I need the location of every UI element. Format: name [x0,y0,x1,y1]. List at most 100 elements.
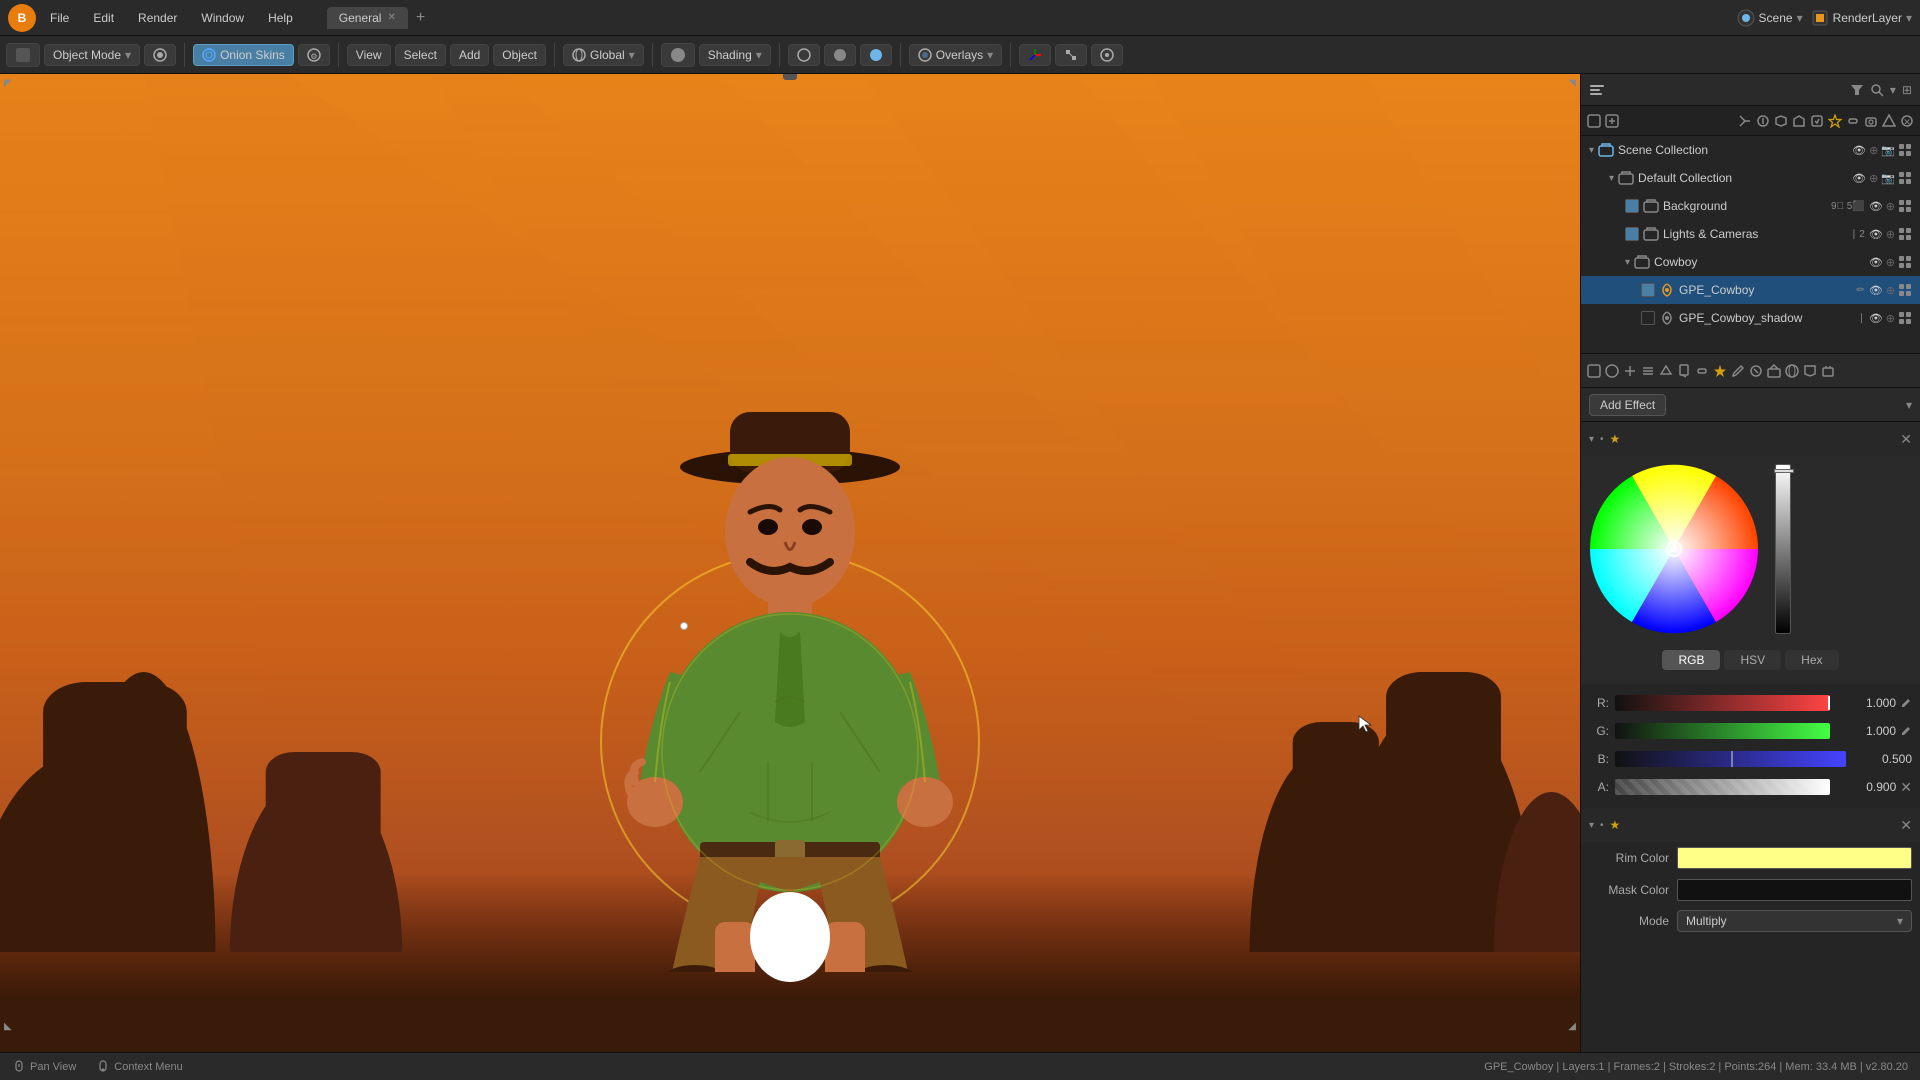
effect-close-2[interactable]: ✕ [1900,817,1912,834]
gpe-grid-icon[interactable] [1898,283,1912,297]
sc-eye-icon[interactable]: 👁 [1852,144,1866,157]
tab-add-button[interactable]: + [410,9,431,27]
wire-icon[interactable] [788,44,820,66]
outliner-tb-2[interactable] [1605,114,1619,128]
prop-tb-brush[interactable] [1731,364,1745,378]
bg-grid-icon[interactable] [1898,199,1912,213]
gpe-shadow-item[interactable]: GPE_Cowboy_shadow | 👁 ⊕ [1581,304,1920,332]
view-mode-button[interactable] [6,43,40,67]
lights-checkbox[interactable] [1625,227,1639,241]
add-button[interactable]: Add [450,44,489,66]
outliner-tb-1[interactable] [1587,114,1601,128]
r-value[interactable]: 1.000 [1836,696,1896,710]
bg-cursor-icon[interactable]: ⊕ [1886,200,1895,213]
outliner-tb-6[interactable] [1792,114,1806,128]
prop-tb-1[interactable] [1587,364,1601,378]
menu-help[interactable]: Help [258,7,303,29]
proportional-button[interactable] [1091,44,1123,66]
outliner-tb-4[interactable] [1756,114,1770,128]
render-layer-selector[interactable]: RenderLayer [1833,11,1902,25]
close-color-btn[interactable]: ✕ [1900,779,1912,796]
tab-hsv[interactable]: HSV [1724,650,1781,670]
outliner-tb-link[interactable] [1846,114,1860,128]
mode-select[interactable]: Multiply ▾ [1677,910,1912,932]
lc-cursor-icon[interactable]: ⊕ [1886,228,1895,241]
scene-dropdown-icon[interactable]: ▾ [1797,11,1803,25]
snap-button[interactable] [1055,44,1087,66]
add-effect-button[interactable]: Add Effect [1589,394,1666,416]
cw-eye-icon[interactable]: 👁 [1869,256,1883,269]
overlays-button[interactable]: Overlays ▾ [909,44,1002,66]
prop-tb-4[interactable] [1641,364,1655,378]
outliner-menu-icon[interactable]: ▾ [1890,83,1896,97]
dc-render-icon[interactable]: 📷 [1881,172,1895,185]
scene-collection-item[interactable]: ▾ Scene Collection 👁 ⊕ 📷 [1581,136,1920,164]
outliner-tb-camera[interactable] [1864,114,1878,128]
g-edit-icon[interactable] [1900,725,1912,737]
gpe-cursor-icon[interactable]: ⊕ [1886,284,1895,297]
sc-cursor-icon[interactable]: ⊕ [1869,144,1878,157]
tab-close-icon[interactable]: ✕ [387,12,395,23]
dc-grid-icon[interactable] [1898,171,1912,185]
r-edit-icon[interactable] [1900,697,1912,709]
material-icon[interactable] [860,44,892,66]
a-value[interactable]: 0.900 [1836,780,1896,794]
lights-cameras-item[interactable]: Lights & Cameras | 2 👁 ⊕ [1581,220,1920,248]
background-checkbox[interactable] [1625,199,1639,213]
prop-tb-mat[interactable] [1749,364,1763,378]
outliner-tb-mesh[interactable] [1882,114,1896,128]
effect-star-1[interactable]: ★ [1610,432,1621,446]
color-wheel-svg[interactable] [1589,464,1759,634]
object-mode-button[interactable]: Object Mode ▾ [44,44,140,66]
effect-star-2[interactable]: ★ [1610,818,1621,832]
gpe-eye-icon[interactable]: 👁 [1869,284,1883,297]
gs-grid-icon[interactable] [1898,311,1912,325]
mask-color-swatch[interactable] [1677,879,1912,901]
rim-color-swatch[interactable] [1677,847,1912,869]
tab-general[interactable]: General ✕ [327,7,408,29]
view-button[interactable]: View [347,44,391,66]
prop-tb-world[interactable] [1785,364,1799,378]
menu-render[interactable]: Render [128,7,187,29]
prop-tb-scene2[interactable] [1803,364,1817,378]
lc-eye-icon[interactable]: 👁 [1869,228,1883,241]
tab-rgb[interactable]: RGB [1662,650,1720,670]
menu-file[interactable]: File [40,7,79,29]
r-slider[interactable] [1615,695,1830,711]
b-slider[interactable] [1615,751,1846,767]
g-slider[interactable] [1615,723,1830,739]
gpe-checkbox[interactable] [1641,283,1655,297]
outliner-tb-7[interactable] [1810,114,1824,128]
prop-tb-5[interactable] [1659,364,1673,378]
a-slider[interactable] [1615,779,1830,795]
gizmo-button[interactable] [1019,44,1051,66]
prop-tb-6[interactable] [1677,364,1691,378]
cw-cursor-icon[interactable]: ⊕ [1886,256,1895,269]
menu-window[interactable]: Window [191,7,254,29]
global-button[interactable]: Global ▾ [563,44,644,66]
gpe-shadow-checkbox[interactable] [1641,311,1655,325]
dc-eye-icon[interactable]: 👁 [1852,172,1866,185]
prop-tb-3[interactable] [1623,364,1637,378]
prop-tb-output[interactable] [1821,364,1835,378]
onion-skins-button[interactable]: Onion Skins [193,44,294,66]
value-strip[interactable] [1775,464,1791,634]
g-value[interactable]: 1.000 [1836,724,1896,738]
cw-grid-icon[interactable] [1898,255,1912,269]
pencil-edit-icon[interactable]: ✏ [1856,285,1864,296]
outliner-tb-5[interactable] [1774,114,1788,128]
prop-tb-link[interactable] [1695,364,1709,378]
dc-cursor-icon[interactable]: ⊕ [1869,172,1878,185]
filter-icon[interactable] [1850,83,1864,97]
properties-button[interactable] [144,44,176,66]
lc-grid-icon[interactable] [1898,227,1912,241]
tab-hex[interactable]: Hex [1785,650,1838,670]
scene-selector[interactable]: Scene [1759,11,1793,25]
solid-icon[interactable] [824,44,856,66]
sc-render-icon[interactable]: 📷 [1881,144,1895,157]
outliner-restrict-icon[interactable]: ⊞ [1902,83,1912,97]
effect-close-1[interactable]: ✕ [1900,431,1912,448]
prop-tb-2[interactable] [1605,364,1619,378]
gs-eye-icon[interactable]: 👁 [1869,312,1883,325]
menu-edit[interactable]: Edit [83,7,124,29]
